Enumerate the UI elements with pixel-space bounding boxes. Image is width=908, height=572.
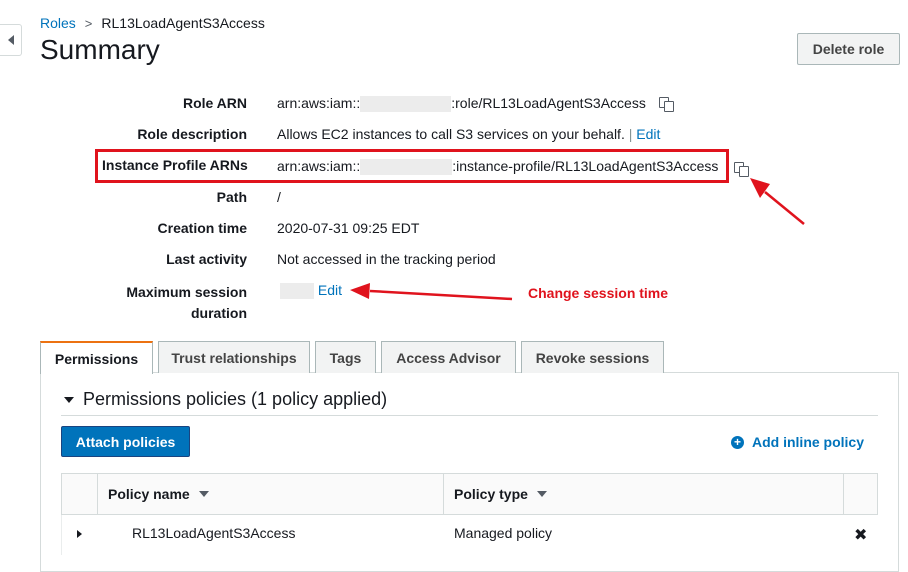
policy-type-cell: Managed policy (454, 525, 553, 541)
column-divider (443, 474, 444, 514)
role-arn-value: arn:aws:iam:::role/RL13LoadAgentS3Access (277, 95, 674, 113)
last-activity-label: Last activity (166, 251, 247, 267)
arrow-head-session (350, 283, 370, 299)
page-title: Summary (40, 34, 160, 65)
role-arn-prefix: arn:aws:iam:: (277, 95, 361, 111)
sort-down-icon (536, 491, 547, 497)
table-header: Policy name Policy type (61, 473, 878, 515)
column-policy-type-label: Policy type (454, 486, 528, 502)
table-row: RL13LoadAgentS3Access Managed policy ✖ (61, 515, 878, 555)
expand-row-icon[interactable] (77, 530, 82, 538)
redacted-account-id (360, 96, 452, 113)
max-session-value: Edit (280, 282, 342, 300)
collapse-nav-button[interactable] (0, 24, 22, 56)
breadcrumb-roles-link[interactable]: Roles (40, 15, 76, 31)
tab-revoke-sessions[interactable]: Revoke sessions (521, 341, 664, 373)
add-inline-policy-label: Add inline policy (752, 434, 865, 450)
attach-policies-button[interactable]: Attach policies (61, 426, 190, 457)
permissions-heading-text: Permissions policies (1 policy applied) (83, 389, 388, 409)
path-label: Path (216, 189, 247, 205)
plus-circle-icon: + (731, 435, 744, 449)
role-arn-label: Role ARN (182, 95, 247, 111)
role-arn-suffix: :role/RL13LoadAgentS3Access (451, 95, 646, 111)
policy-name-link[interactable]: RL13LoadAgentS3Access (132, 515, 295, 551)
column-policy-name-label: Policy name (108, 486, 190, 502)
max-session-label-line2: duration (191, 305, 247, 321)
chevron-left-icon (7, 35, 14, 45)
tab-trust-relationships[interactable]: Trust relationships (158, 341, 310, 373)
divider (61, 415, 878, 416)
edit-description-link[interactable]: Edit (636, 126, 660, 142)
divider: | (628, 126, 633, 142)
arrow-line-session (369, 289, 513, 301)
role-description-label: Role description (137, 126, 247, 142)
add-inline-policy-link[interactable]: + Add inline policy (731, 434, 864, 450)
role-description-value: Allows EC2 instances to call S3 services… (277, 126, 660, 142)
copy-icon[interactable] (658, 97, 674, 113)
permissions-policies-heading[interactable]: Permissions policies (1 policy applied) (64, 389, 387, 410)
column-divider (843, 474, 844, 514)
breadcrumb-current: RL13LoadAgentS3Access (101, 15, 265, 31)
path-value: / (277, 189, 281, 205)
edit-session-duration-link[interactable]: Edit (318, 282, 342, 298)
tab-permissions[interactable]: Permissions (40, 341, 153, 374)
tab-access-advisor[interactable]: Access Advisor (381, 341, 516, 373)
max-session-label: Maximum session duration (126, 282, 247, 324)
arrow-line-copy (764, 191, 805, 225)
breadcrumb: Roles > RL13LoadAgentS3Access (40, 15, 265, 31)
role-description-text: Allows EC2 instances to call S3 services… (277, 126, 625, 142)
column-divider (97, 474, 98, 514)
caret-down-icon (64, 397, 74, 404)
column-policy-name[interactable]: Policy name (108, 474, 209, 514)
annotation-text: Change session time (528, 285, 669, 301)
delete-role-button[interactable]: Delete role (797, 33, 900, 65)
redacted-duration (280, 283, 314, 300)
breadcrumb-separator: > (84, 16, 93, 31)
sort-down-icon (198, 491, 209, 497)
remove-policy-icon[interactable]: ✖ (854, 525, 867, 545)
column-policy-type[interactable]: Policy type (454, 474, 547, 514)
creation-time-label: Creation time (157, 220, 247, 236)
tab-tags[interactable]: Tags (315, 341, 376, 373)
max-session-label-line1: Maximum session (126, 284, 247, 300)
